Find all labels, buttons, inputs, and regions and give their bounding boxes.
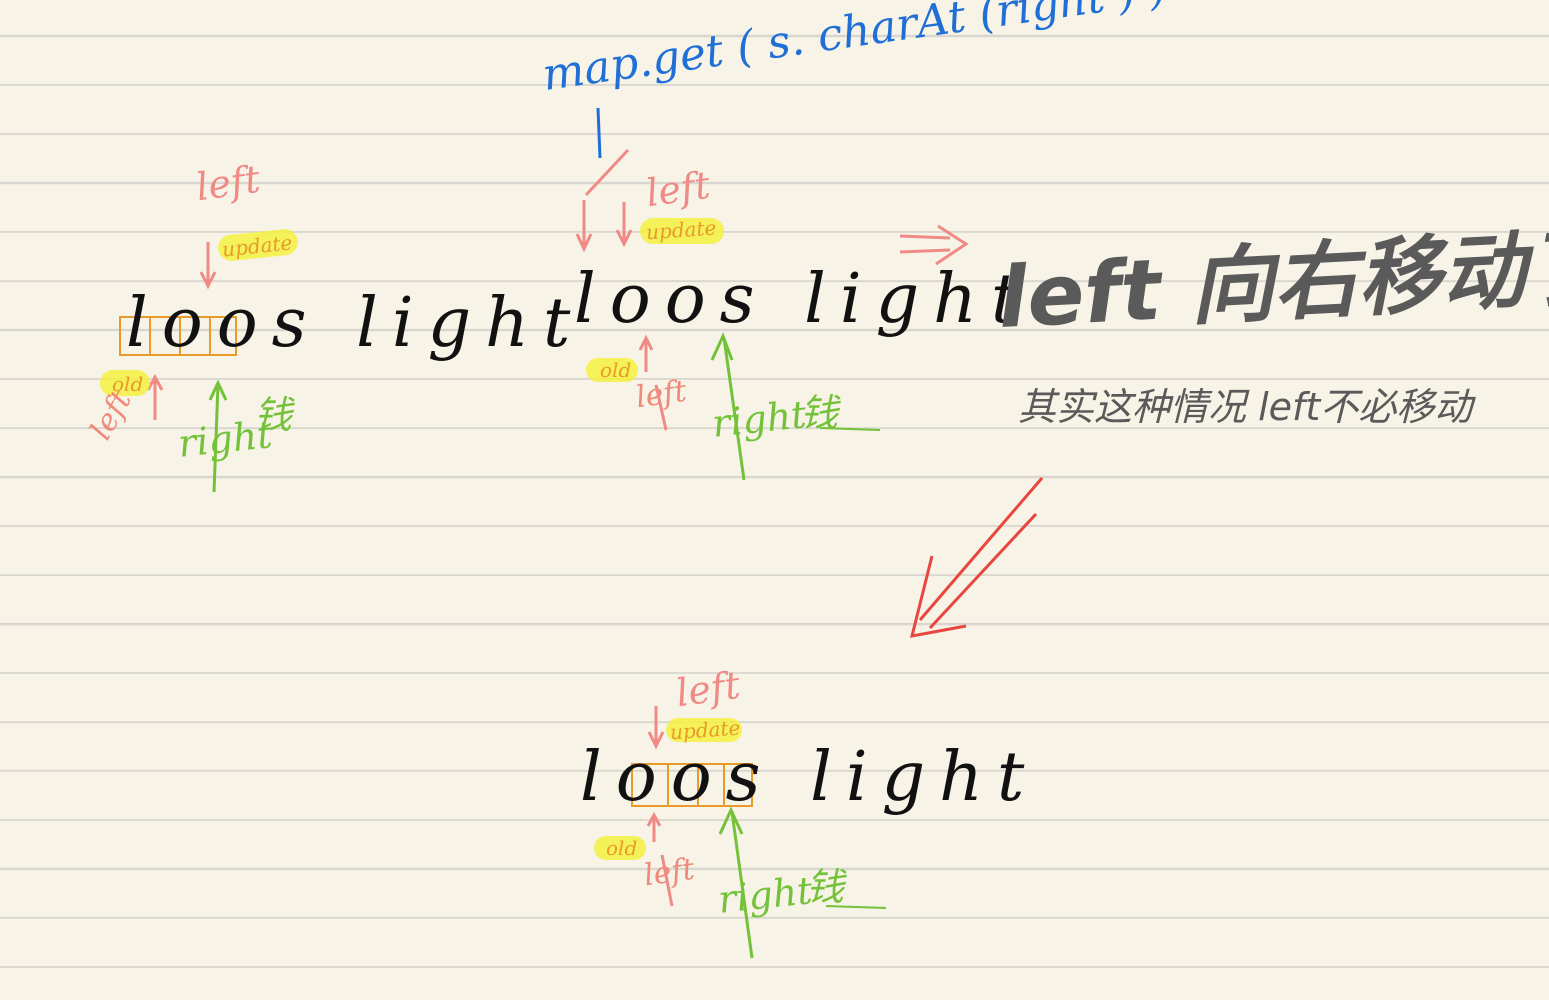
step2-word: loos light xyxy=(574,260,1033,339)
step2-update-label: update xyxy=(645,215,718,245)
big-diagonal-arrow xyxy=(909,477,1044,638)
step3-old-label: old xyxy=(606,836,638,860)
step2-annotation-stroke xyxy=(596,107,602,159)
step1-right-cn-label: 钱 xyxy=(254,393,293,437)
step2-update-arrows xyxy=(575,148,633,253)
step2-old-label: old xyxy=(600,358,632,382)
step1-word: loos light xyxy=(126,284,585,363)
step3-left-top-label: left xyxy=(673,662,743,716)
step2-right-label: right xyxy=(709,392,809,446)
step1-old-arrow xyxy=(146,373,164,420)
step3-right-label: right xyxy=(715,868,815,922)
sketch-strokes xyxy=(119,107,1044,959)
underline-strokes xyxy=(819,427,887,909)
step2-left-top-label: left xyxy=(643,162,713,216)
step3-right-cn-label: 钱 xyxy=(806,865,845,909)
step2-left-bottom-label: left xyxy=(633,373,689,416)
step3-left-bottom-label: left xyxy=(641,851,697,894)
step1-update-arrow xyxy=(199,242,217,290)
implies-arrow xyxy=(899,224,969,266)
note-subtext: 其实这种情况 left不必移动 xyxy=(1018,385,1473,429)
step2-right-cn-label: 钱 xyxy=(800,391,839,435)
step3-word: loos light xyxy=(580,738,1039,817)
step1-left-top-label: left xyxy=(193,156,263,210)
